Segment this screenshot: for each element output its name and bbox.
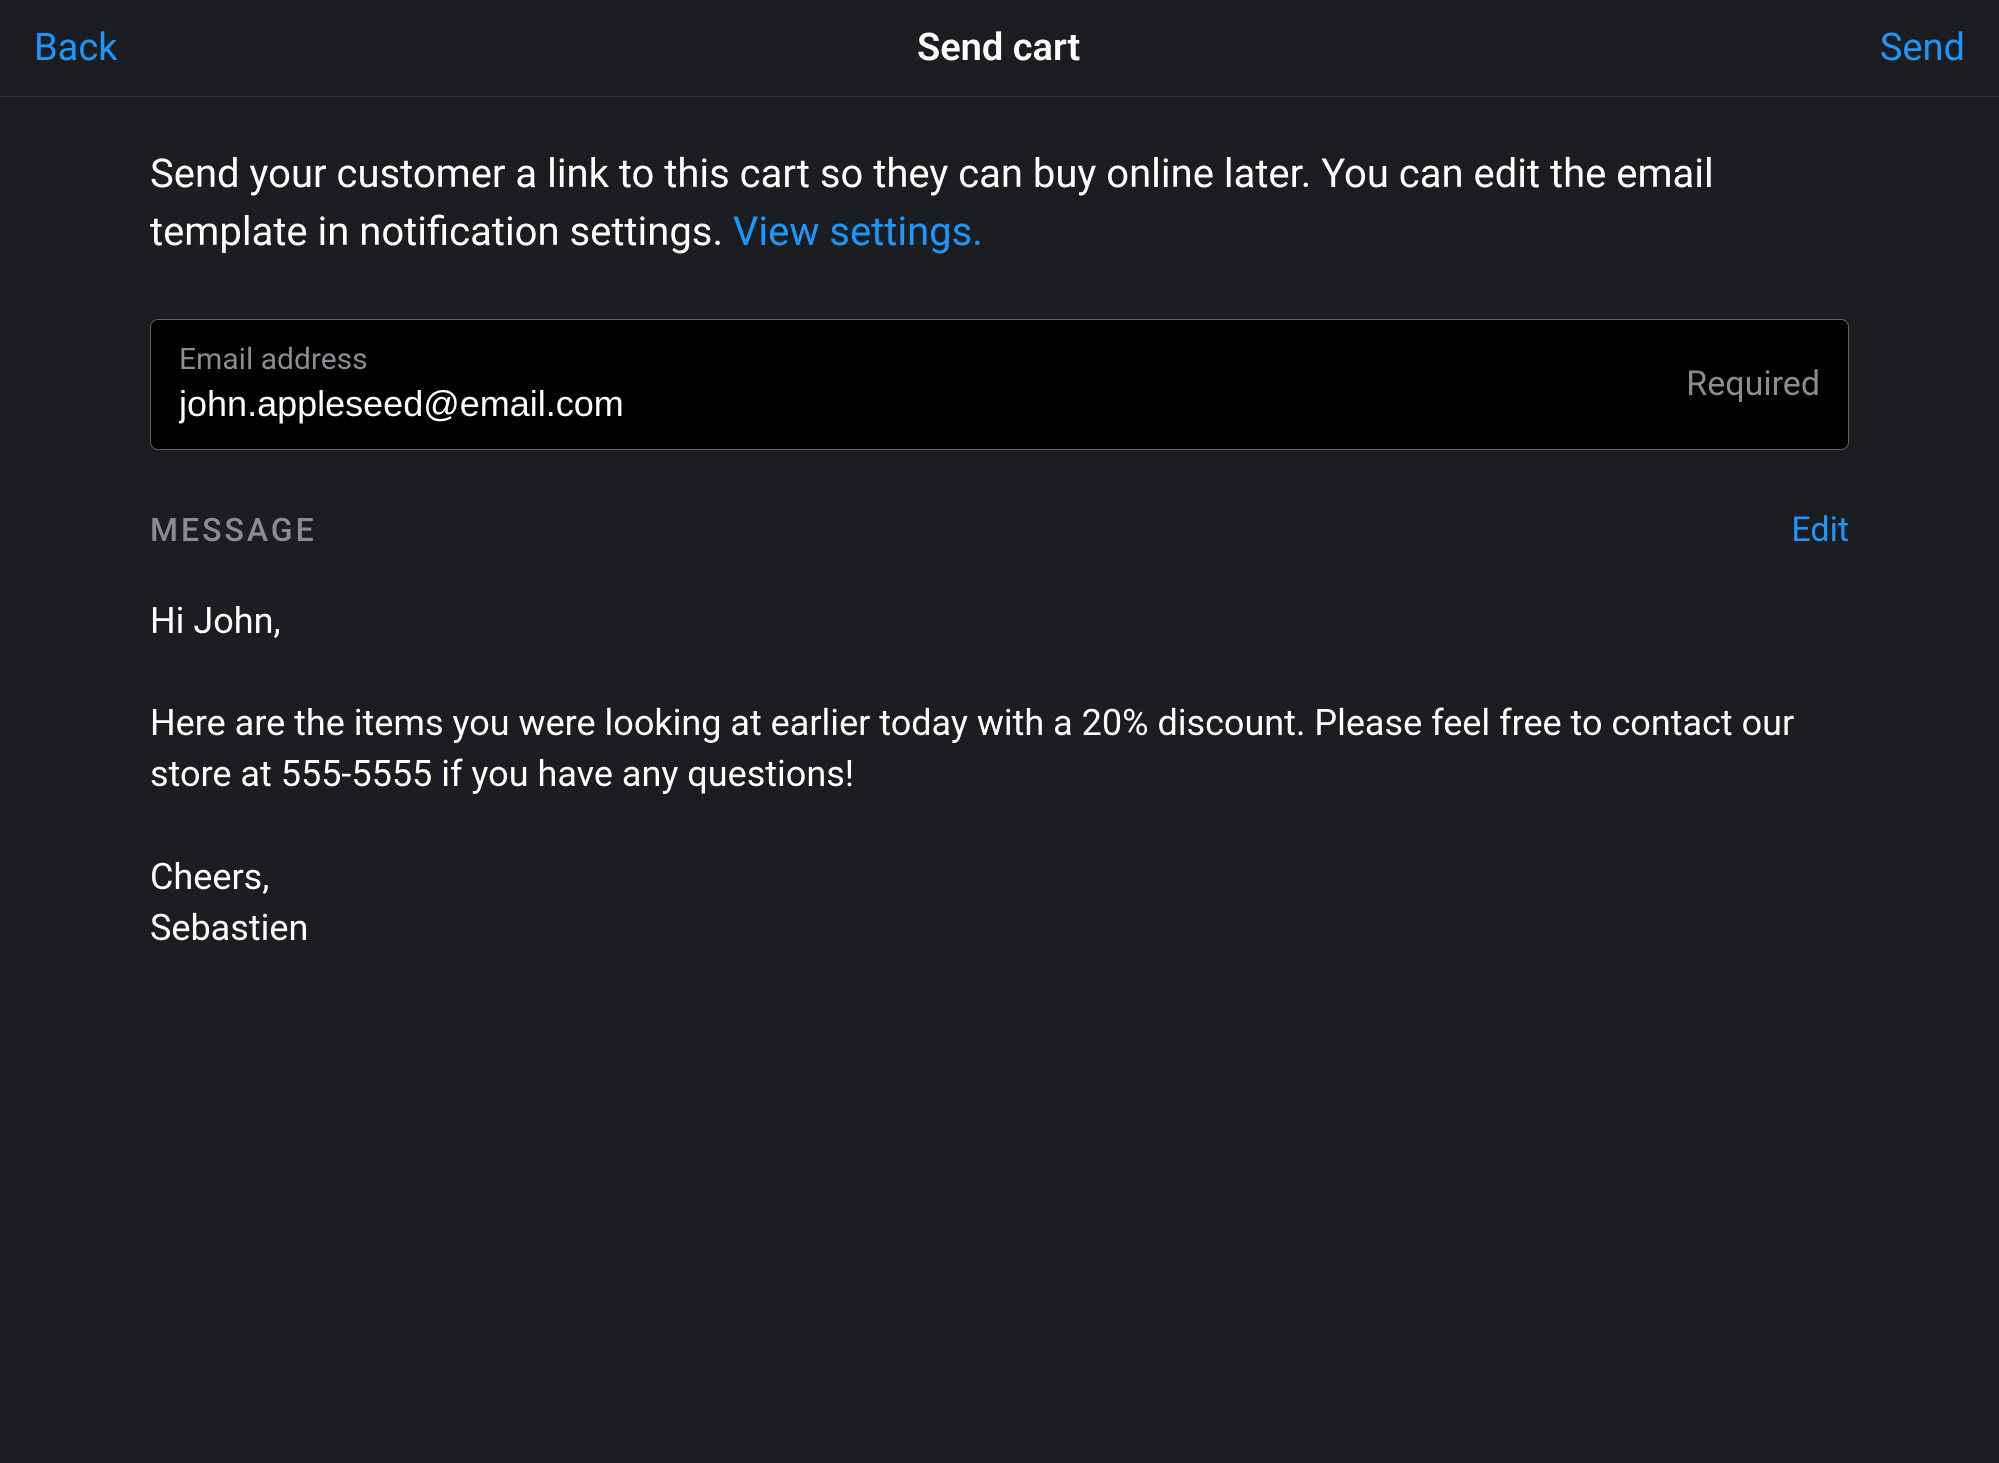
message-section-label: MESSAGE [150, 511, 317, 549]
content-area: Send your customer a link to this cart s… [0, 97, 1999, 954]
message-section: MESSAGE Edit Hi John, Here are the items… [150, 510, 1849, 954]
message-header: MESSAGE Edit [150, 510, 1849, 550]
email-label: Email address [179, 342, 1686, 377]
edit-message-link[interactable]: Edit [1791, 510, 1849, 550]
email-field-left: Email address [179, 342, 1686, 425]
description-text: Send your customer a link to this cart s… [150, 145, 1849, 261]
message-body: Hi John, Here are the items you were loo… [150, 596, 1849, 954]
view-settings-link[interactable]: View settings. [733, 208, 983, 255]
page-title: Send cart [917, 26, 1080, 70]
back-button[interactable]: Back [34, 26, 118, 70]
email-input[interactable] [179, 383, 1686, 425]
header-bar: Back Send cart Send [0, 0, 1999, 97]
email-field-container[interactable]: Email address Required [150, 319, 1849, 450]
send-button[interactable]: Send [1880, 26, 1965, 70]
email-required-label: Required [1686, 364, 1820, 404]
